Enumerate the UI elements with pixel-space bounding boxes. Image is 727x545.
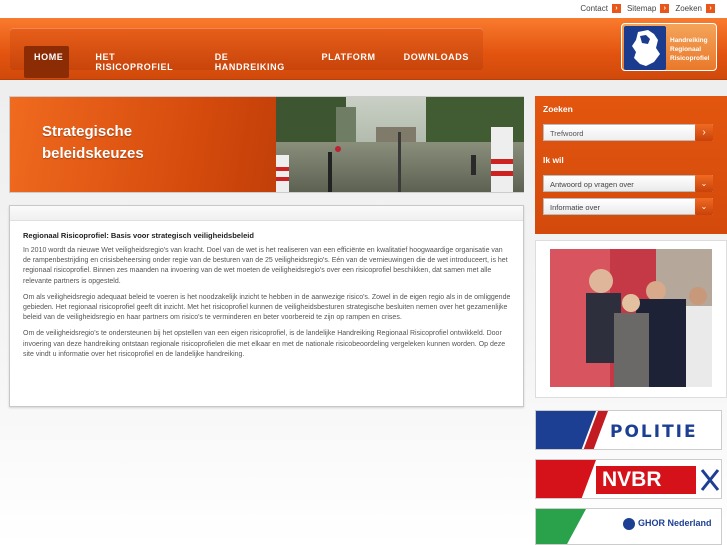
article-paragraph-3: Om de veiligheidsregio's te ondersteunen… [23,330,506,358]
article-panel: Regionaal Risicoprofiel: Basis voor stra… [9,205,524,407]
ghor-partner-link[interactable]: GHOR Nederland [535,508,722,545]
main-navigation: Home Het risicoprofiel De handreiking Pl… [10,28,483,78]
nav-platform[interactable]: Platform [307,46,389,78]
arrow-right-icon: › [611,4,621,13]
banner-title-line-1: Strategische [42,123,133,140]
zoeken-link[interactable]: Zoeken › [675,4,715,13]
site-logo[interactable]: Handreiking Regionaal Risicoprofiel [621,23,717,71]
select-antwoord[interactable]: Antwoord op vragen over [543,175,713,192]
flood-photo [276,97,524,192]
ghor-logo-text: GHOR Nederland [638,518,712,528]
banner-title: Strategische beleidskeuzes [42,121,144,165]
article-panel-header [10,206,523,221]
sitemap-link[interactable]: Sitemap › [626,4,670,13]
search-submit-button[interactable]: › [695,124,713,141]
top-bar: Contact › Sitemap › Zoeken › [0,0,727,18]
arrow-right-icon: › [660,4,670,13]
logo-line-2: Regionaal [670,46,702,53]
logo-line-3: Risicoprofiel [670,55,710,62]
search-heading: Zoeken [543,104,573,114]
banner-orange-panel: Strategische beleidskeuzes [10,97,278,192]
article-paragraph-2: Om als veiligheidsregio adequaat beleid … [23,293,511,322]
logo-line-1: Handreiking [670,37,708,44]
sidebar-search-panel: Zoeken Trefwoord › Ik wil Antwoord op vr… [535,96,727,234]
zoeken-link-label: Zoeken [675,4,702,13]
contact-link-label: Contact [580,4,608,13]
people-photo [535,240,727,398]
chevron-down-icon[interactable]: ⌄ [695,198,713,215]
nvbr-logo-text: NVBR [602,468,662,491]
logo-text: Handreiking Regionaal Risicoprofiel [670,36,709,63]
banner-title-line-2: beleidskeuzes [42,145,144,162]
nav-de-handreiking[interactable]: De handreiking [201,46,308,78]
nav-het-risicoprofiel[interactable]: Het risicoprofiel [81,46,200,78]
utility-links: Contact › Sitemap › Zoeken › [580,4,715,13]
ik-wil-heading: Ik wil [543,155,564,165]
nvbr-partner-link[interactable]: NVBR [535,459,722,499]
netherlands-map-icon [624,26,666,70]
select-informatie[interactable]: Informatie over [543,198,713,215]
search-input[interactable]: Trefwoord [543,124,713,141]
politie-partner-link[interactable]: POLITIE [535,410,722,450]
article-title: Regionaal Risicoprofiel: Basis voor stra… [23,231,254,240]
nav-downloads[interactable]: Downloads [390,46,483,78]
article-paragraph-1: In 2010 wordt da nieuwe Wet veiligheidsr… [23,247,508,285]
sitemap-link-label: Sitemap [626,4,657,13]
hero-banner: Strategische beleidskeuzes [9,96,524,193]
nav-home[interactable]: Home [24,46,70,78]
chevron-down-icon[interactable]: ⌄ [695,175,713,192]
contact-link[interactable]: Contact › [580,4,621,13]
arrow-right-icon: › [706,4,715,13]
politie-logo-text: POLITIE [610,422,698,442]
